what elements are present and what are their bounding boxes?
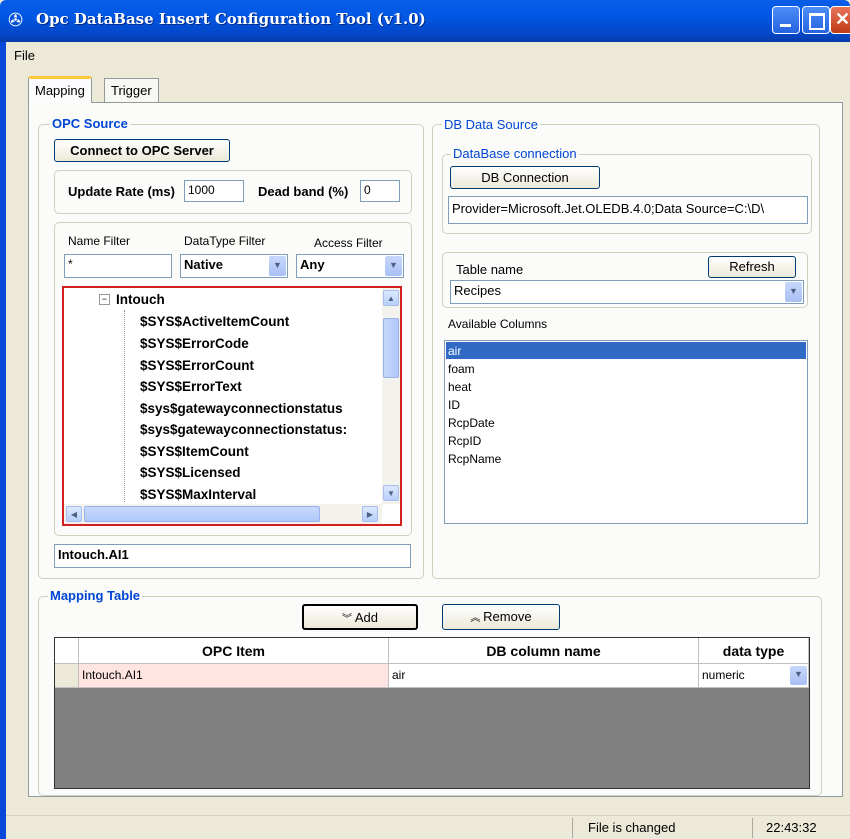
add-button[interactable]: ︾ Add xyxy=(302,604,418,630)
scroll-up-icon[interactable]: ▲ xyxy=(383,290,399,306)
tree-item[interactable]: $SYS$Licensed xyxy=(140,465,241,480)
tree-item[interactable]: $sys$gatewayconnectionstatus xyxy=(140,401,343,416)
table-cell-data-type[interactable]: numeric ▼ xyxy=(699,664,809,688)
tree-item[interactable]: $SYS$MaxInterval xyxy=(140,487,256,502)
chevron-down-icon: ▼ xyxy=(385,256,402,276)
name-filter-label: Name Filter xyxy=(68,234,131,248)
column-header-data-type[interactable]: data type xyxy=(699,638,809,664)
collapse-icon[interactable]: − xyxy=(99,294,110,305)
scroll-left-icon[interactable]: ◀ xyxy=(66,506,82,522)
scroll-right-icon[interactable]: ▶ xyxy=(362,506,378,522)
datatype-filter-value: Native xyxy=(184,257,224,272)
table-cell-opc-item[interactable]: Intouch.AI1 xyxy=(79,664,389,688)
data-type-value: numeric xyxy=(702,668,745,682)
chevron-down-icon: ▼ xyxy=(269,256,286,276)
access-filter-select[interactable]: Any ▼ xyxy=(296,254,404,278)
list-item[interactable]: RcpID xyxy=(448,434,481,448)
db-connection-label: DataBase connection xyxy=(451,146,579,161)
db-connection-button[interactable]: DB Connection xyxy=(450,166,600,189)
dead-band-input[interactable]: 0 xyxy=(360,180,400,202)
scroll-down-icon[interactable]: ▼ xyxy=(383,485,399,501)
minimize-icon xyxy=(780,24,791,27)
scroll-thumb[interactable] xyxy=(383,318,399,378)
selected-item-field[interactable]: Intouch.AI1 xyxy=(54,544,411,568)
row-header-corner xyxy=(55,638,79,664)
status-time: 22:43:32 xyxy=(766,820,817,835)
db-source-label: DB Data Source xyxy=(442,117,540,132)
list-item[interactable]: RcpDate xyxy=(448,416,495,430)
datatype-filter-label: DataType Filter xyxy=(184,234,266,248)
list-item[interactable]: foam xyxy=(448,362,475,376)
name-filter-input[interactable]: * xyxy=(64,254,172,278)
app-icon: ✇ xyxy=(8,10,24,30)
refresh-button[interactable]: Refresh xyxy=(708,256,796,278)
chevron-down-icon: ︾ xyxy=(342,614,355,625)
tree-item[interactable]: $SYS$ActiveItemCount xyxy=(140,314,289,329)
datatype-filter-select[interactable]: Native ▼ xyxy=(180,254,288,278)
tab-mapping[interactable]: Mapping xyxy=(28,76,92,103)
tab-trigger[interactable]: Trigger xyxy=(104,78,159,102)
table-select[interactable]: Recipes ▼ xyxy=(450,280,804,304)
mapping-table-label: Mapping Table xyxy=(48,588,143,603)
remove-button[interactable]: ︽ Remove xyxy=(442,604,560,630)
update-rate-label: Update Rate (ms) xyxy=(68,184,175,199)
status-bar: File is changed 22:43:32 xyxy=(6,815,850,839)
maximize-button[interactable] xyxy=(802,6,830,34)
column-header-db-column[interactable]: DB column name xyxy=(389,638,699,664)
mapping-grid[interactable]: OPC Item DB column name data type Intouc… xyxy=(54,637,810,789)
opc-tree[interactable]: − Intouch $SYS$ActiveItemCount $SYS$Erro… xyxy=(62,286,402,526)
chevron-down-icon[interactable]: ▼ xyxy=(790,666,807,685)
update-rate-input[interactable]: 1000 xyxy=(184,180,244,202)
columns-list[interactable]: air foam heat ID RcpDate RcpID RcpName xyxy=(444,340,808,524)
list-item[interactable]: ID xyxy=(448,398,460,412)
maximize-icon xyxy=(809,13,825,30)
access-filter-label: Access Filter xyxy=(314,236,383,250)
minimize-button[interactable] xyxy=(772,6,800,34)
remove-button-label: Remove xyxy=(483,609,532,624)
table-cell-db-column[interactable]: air xyxy=(389,664,699,688)
status-divider xyxy=(752,818,753,838)
tree-item[interactable]: $SYS$ErrorCount xyxy=(140,358,254,373)
status-divider xyxy=(572,818,573,838)
table-select-value: Recipes xyxy=(454,283,501,298)
tree-root[interactable]: Intouch xyxy=(116,292,165,307)
close-icon: ✕ xyxy=(835,9,850,29)
access-filter-value: Any xyxy=(300,257,325,272)
available-columns-label: Available Columns xyxy=(448,317,548,331)
chevron-up-icon: ︽ xyxy=(470,613,484,624)
selection-highlight xyxy=(446,342,806,359)
tree-item[interactable]: $SYS$ErrorText xyxy=(140,379,242,394)
hscroll-thumb[interactable] xyxy=(84,506,320,522)
menu-file[interactable]: File xyxy=(14,48,35,63)
tree-item[interactable]: $SYS$ItemCount xyxy=(140,444,249,459)
tree-vscrollbar[interactable]: ▲ ▼ xyxy=(382,288,400,504)
list-item[interactable]: RcpName xyxy=(448,452,501,466)
list-item[interactable]: heat xyxy=(448,380,471,394)
chevron-down-icon: ▼ xyxy=(785,282,802,302)
close-button[interactable]: ✕ xyxy=(830,6,850,34)
window-title: Opc DataBase Insert Configuration Tool (… xyxy=(36,10,426,28)
list-item[interactable]: air xyxy=(448,344,461,358)
opc-source-label: OPC Source xyxy=(50,116,130,131)
status-message: File is changed xyxy=(588,820,676,835)
tree-item[interactable]: $sys$gatewayconnectionstatus: xyxy=(140,422,347,437)
add-button-label: Add xyxy=(354,610,378,625)
window-frame xyxy=(0,42,6,839)
tree-hscrollbar[interactable]: ◀ ▶ xyxy=(64,504,382,524)
row-header[interactable] xyxy=(55,664,79,688)
column-header-opc-item[interactable]: OPC Item xyxy=(79,638,389,664)
connection-string-field[interactable]: Provider=Microsoft.Jet.OLEDB.4.0;Data So… xyxy=(448,196,808,224)
tree-item[interactable]: $SYS$ErrorCode xyxy=(140,336,249,351)
dead-band-label: Dead band (%) xyxy=(258,184,349,199)
table-name-label: Table name xyxy=(456,262,524,277)
connect-opc-button[interactable]: Connect to OPC Server xyxy=(54,139,230,162)
tree-line xyxy=(124,310,126,502)
